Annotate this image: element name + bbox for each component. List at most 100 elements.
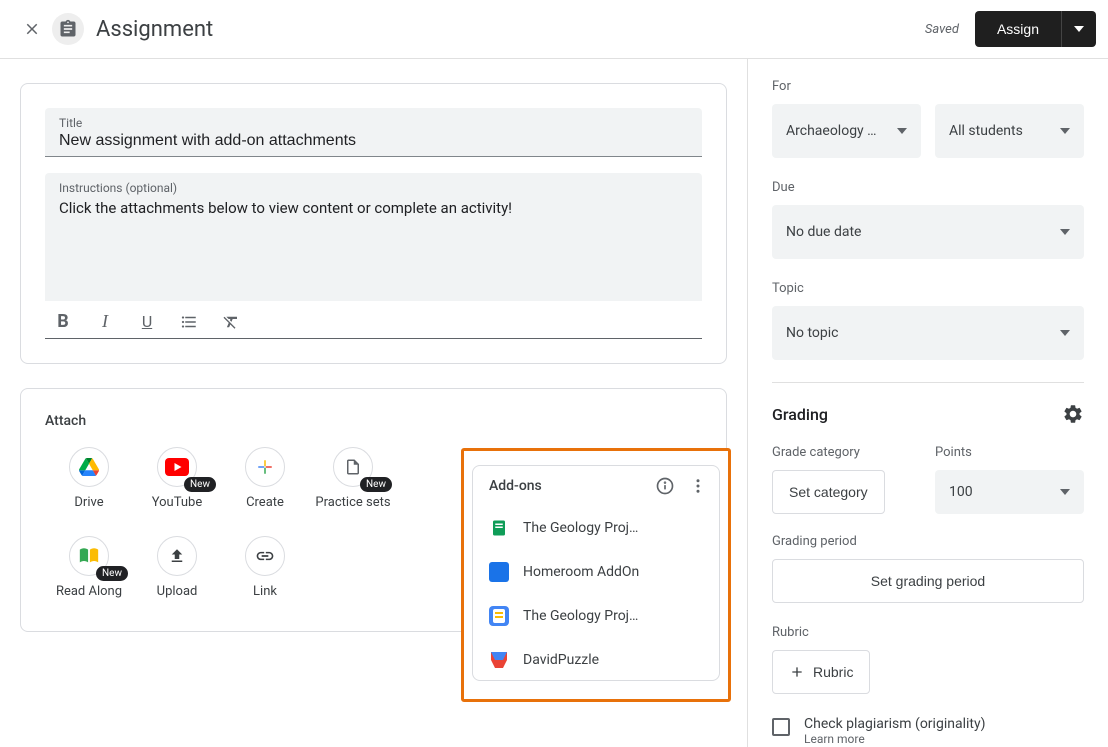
saved-status: Saved [925,22,959,37]
attach-drive-label: Drive [74,495,103,512]
grade-category-label: Grade category [772,445,921,460]
addon-app-icon [489,562,509,582]
caret-down-icon [1060,489,1070,495]
caret-down-icon [1060,229,1070,235]
caret-down-icon [1060,330,1070,336]
divider [772,382,1084,383]
addon-label: The Geology Proj… [523,608,707,624]
close-icon [23,20,41,38]
attach-read-along[interactable]: New Read Along [45,536,133,601]
addon-item-geology-1[interactable]: The Geology Proj… [473,506,719,550]
title-input[interactable] [59,130,688,150]
due-value: No due date [786,224,1060,240]
youtube-icon [165,458,189,476]
attach-read-label: Read Along [56,584,122,601]
grading-period-label: Grading period [772,534,1084,549]
assign-dropdown-button[interactable] [1061,11,1096,47]
plagiarism-text: Check plagiarism (originality) [804,716,985,732]
instructions-field[interactable]: Instructions (optional) Click the attach… [45,173,702,301]
upload-icon [168,547,186,565]
more-vert-icon[interactable] [689,477,707,495]
attach-create[interactable]: Create [221,447,309,512]
addon-label: DavidPuzzle [523,652,707,668]
bold-button[interactable]: B [51,311,75,332]
new-badge: New [96,566,128,581]
attach-link[interactable]: Link [221,536,309,601]
close-button[interactable] [12,9,52,49]
class-select[interactable]: Archaeology … [772,104,921,158]
title-field[interactable]: Title [45,108,702,157]
plus-icon [256,458,274,476]
clear-format-icon [222,313,240,331]
underline-button[interactable]: U [135,312,159,331]
set-grading-period-button[interactable]: Set grading period [772,559,1084,603]
rubric-btn-text: Rubric [813,664,853,680]
rubric-label: Rubric [772,625,1084,640]
students-select[interactable]: All students [935,104,1084,158]
attach-practice-sets[interactable]: New Practice sets [309,447,397,512]
assign-button[interactable]: Assign [975,11,1061,47]
addons-title: Add-ons [489,478,647,494]
clear-format-button[interactable] [219,313,243,331]
addon-app-icon [489,518,509,538]
addon-item-geology-2[interactable]: The Geology Proj… [473,594,719,638]
content-card: Title Instructions (optional) Click the … [20,83,727,364]
assign-button-group: Assign [975,11,1096,47]
info-icon[interactable] [655,476,675,496]
addon-item-homeroom[interactable]: Homeroom AddOn [473,550,719,594]
attach-upload[interactable]: Upload [133,536,221,601]
points-select[interactable]: 100 [935,470,1084,514]
topic-label: Topic [772,281,1084,296]
drive-icon [79,458,99,476]
title-label: Title [59,116,688,130]
gear-icon[interactable] [1062,403,1084,425]
addons-list[interactable]: The Geology Proj… Homeroom AddOn The Geo… [473,506,719,680]
grading-title: Grading [772,405,828,424]
attach-youtube[interactable]: New YouTube [133,447,221,512]
attach-link-label: Link [253,584,277,601]
plagiarism-checkbox[interactable] [772,718,790,736]
italic-button[interactable]: I [93,311,117,332]
assignment-icon [58,19,78,39]
caret-down-icon [1074,26,1084,32]
addon-item-davidpuzzle[interactable]: DavidPuzzle [473,638,719,680]
addons-panel: Add-ons The Geology Proj… Homeroom AddOn… [461,448,731,702]
caret-down-icon [1060,128,1070,134]
attach-label: Attach [45,413,702,429]
addon-label: The Geology Proj… [523,520,707,536]
students-value: All students [949,123,1060,139]
plagiarism-row: Check plagiarism (originality) Learn mor… [772,716,1084,746]
topic-select[interactable]: No topic [772,306,1084,360]
header-bar: Assignment Saved Assign [0,0,1108,59]
page-title: Assignment [96,17,925,42]
document-icon [344,456,362,478]
attach-upload-label: Upload [157,584,198,601]
rubric-button[interactable]: Rubric [772,650,870,694]
set-category-button[interactable]: Set category [772,470,885,514]
attach-youtube-label: YouTube [152,495,203,512]
due-label: Due [772,180,1084,195]
instructions-text[interactable]: Click the attachments below to view cont… [59,195,688,217]
instructions-label: Instructions (optional) [59,181,688,195]
new-badge: New [184,477,216,492]
new-badge: New [360,477,392,492]
points-value: 100 [949,484,1060,500]
addon-app-icon [489,606,509,626]
addons-header: Add-ons [473,466,719,506]
class-value: Archaeology … [786,123,897,139]
bullet-list-button[interactable] [177,313,201,331]
plus-icon [789,664,805,680]
sidebar: For Archaeology … All students Due No du… [748,59,1108,747]
due-select[interactable]: No due date [772,205,1084,259]
addon-app-icon [489,650,509,670]
link-icon [255,546,275,566]
list-icon [180,313,198,331]
attach-drive[interactable]: Drive [45,447,133,512]
attach-practice-label: Practice sets [315,495,390,512]
learn-more-link[interactable]: Learn more [804,732,985,746]
topic-value: No topic [786,325,1060,341]
book-icon [78,547,100,565]
format-toolbar: B I U [45,301,702,339]
caret-down-icon [897,128,907,134]
attach-create-label: Create [246,495,284,512]
